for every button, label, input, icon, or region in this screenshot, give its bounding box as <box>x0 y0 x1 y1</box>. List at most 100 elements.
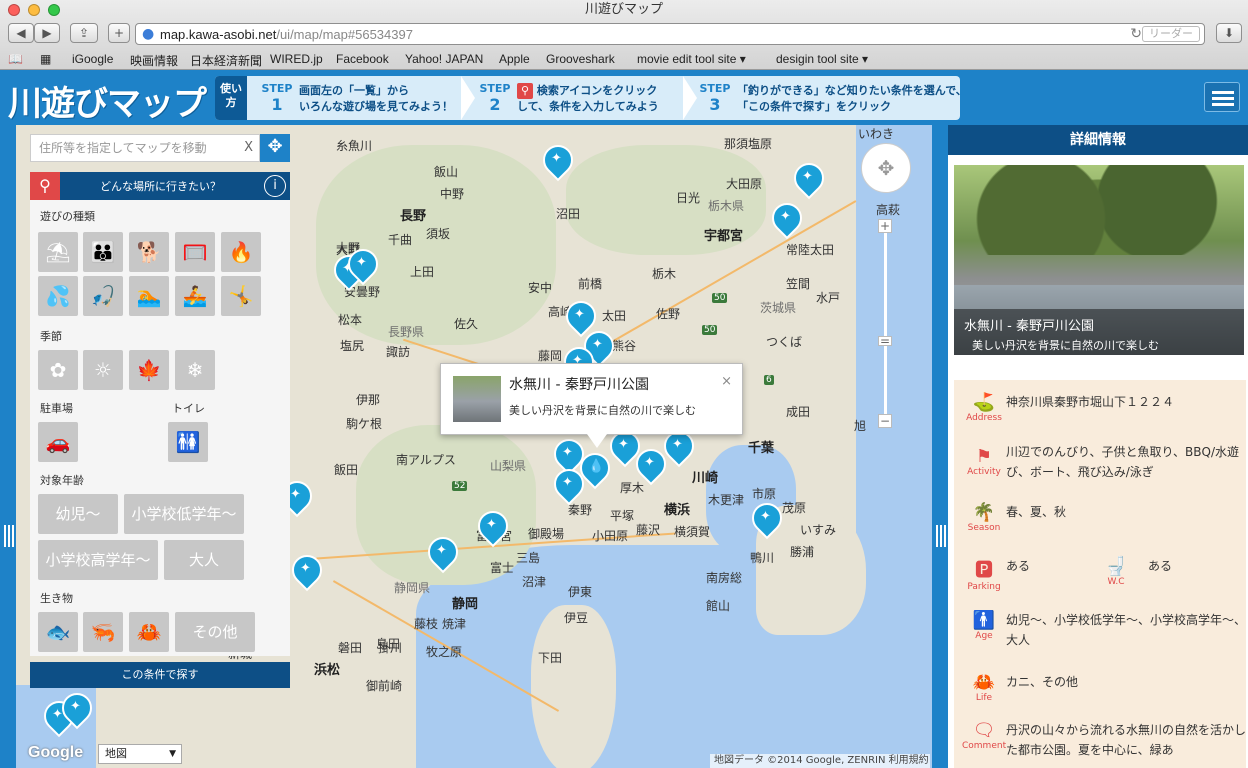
right-panel-toggle[interactable] <box>932 125 948 768</box>
zoom-slider-handle[interactable]: = <box>878 335 892 347</box>
river-pin[interactable]: ✦ <box>285 548 329 593</box>
palm-tree-icon: 🌴 Season <box>962 502 1006 533</box>
river-pin[interactable]: ✦ <box>745 496 789 541</box>
spring-icon[interactable]: ✿ <box>38 350 78 390</box>
autumn-icon[interactable]: 🍁 <box>129 350 169 390</box>
river-pin[interactable]: ✦ <box>657 424 701 469</box>
zoom-in-button[interactable]: + <box>878 219 892 233</box>
howto-steps: 使い方 STEP 1 画面左の「一覧」から いろんな遊び場を見てみよう！ STEP 2… <box>215 76 967 120</box>
downloads-button[interactable]: ⬇ <box>1216 23 1242 43</box>
shrimp-icon[interactable]: 🦐 <box>83 612 123 652</box>
river-pin[interactable]: ✦ <box>421 530 465 575</box>
move-map-button[interactable]: ✥ <box>260 134 290 162</box>
age-upper-elementary-button[interactable]: 小学校高学年〜 <box>38 540 158 580</box>
age-toddler-button[interactable]: 幼児〜 <box>38 494 118 534</box>
address-search-input[interactable]: 住所等を指定してマップを移動 X <box>30 134 260 162</box>
river-pin[interactable]: ✦ <box>471 504 515 549</box>
clear-search-button[interactable]: X <box>244 135 253 161</box>
minimize-window-button[interactable] <box>28 4 40 16</box>
zoom-out-button[interactable]: − <box>878 414 892 428</box>
swimming-icon[interactable]: 🏊 <box>129 276 169 316</box>
map-label: 日光 <box>676 191 701 205</box>
find-button[interactable]: この条件で探す <box>30 662 290 688</box>
share-button[interactable]: ⇪ <box>70 23 98 43</box>
left-panel-toggle[interactable] <box>0 125 16 768</box>
back-button[interactable]: ◀ <box>8 23 34 43</box>
close-window-button[interactable] <box>8 4 20 16</box>
fish-icon[interactable]: 🐟 <box>38 612 78 652</box>
dog-walk-icon[interactable]: 🐕 <box>129 232 169 272</box>
forward-button[interactable]: ▶ <box>34 23 60 43</box>
picnic-icon[interactable]: ⛱ <box>38 232 78 272</box>
map-type-value: 地図 <box>105 747 127 760</box>
comment-text: 丹沢の山々から流れる水無川の自然を活かした都市公園。夏を中心に、緑あ <box>1006 723 1247 757</box>
map-label: 三島 <box>516 551 541 565</box>
toilet-icon[interactable]: 🚻 <box>168 422 208 462</box>
site-logo[interactable]: 川遊びマップ <box>8 76 207 125</box>
map-label: 那須塩原 <box>724 137 773 151</box>
crab-icon[interactable]: 🦀 <box>129 612 169 652</box>
step-label: STEP <box>261 82 293 95</box>
parking-icon: 🅿 Parking <box>962 556 1006 592</box>
info-icon[interactable]: i <box>264 175 286 197</box>
map-info-window[interactable]: 水無川 - 秦野戸川公園 美しい丹沢を背景に自然の川で楽しむ × <box>440 363 743 435</box>
bookmark-item[interactable]: 映画情報 <box>130 52 178 69</box>
river-pin[interactable]: ✦ <box>787 156 831 201</box>
river-pin[interactable]: ✦ <box>341 242 385 287</box>
river-pin[interactable]: ✦ <box>765 196 809 241</box>
winter-icon[interactable]: ❄ <box>175 350 215 390</box>
row-icon-label: Comment <box>962 741 1007 751</box>
dropdown-arrow-icon: ▼ <box>169 749 176 759</box>
new-tab-button[interactable]: + <box>108 23 130 43</box>
map-label: 川崎 <box>692 471 719 486</box>
river-pin[interactable]: 💧 <box>573 446 617 491</box>
maximize-window-button[interactable] <box>48 4 60 16</box>
map-type-select[interactable]: 地図 ▼ <box>98 744 182 764</box>
bookmarks-icon[interactable]: 📖 <box>8 52 23 66</box>
life-other-button[interactable]: その他 <box>175 612 255 652</box>
bookmark-item[interactable]: movie edit tool site ▾ <box>637 52 746 66</box>
hamburger-menu-button[interactable] <box>1204 82 1240 112</box>
catching-icon[interactable]: 🥅 <box>175 232 215 272</box>
condition-form: 遊びの種類 ⛱ 👪 🐕 🥅 🔥 💦 🎣 🏊 🚣 🤸 季節 ✿ ☼ 🍁 ❄ 駐車場… <box>30 200 290 656</box>
family-icon[interactable]: 👪 <box>83 232 123 272</box>
map-label: 千曲 <box>388 233 413 247</box>
map-label: 常陸太田 <box>786 243 835 257</box>
map-label: 高萩 <box>876 203 901 217</box>
fishing-icon[interactable]: 🎣 <box>83 276 123 316</box>
comment-icon: 🗨 Comment <box>962 720 1007 751</box>
river-pin[interactable]: ✦ <box>629 442 673 487</box>
bookmark-item[interactable]: Grooveshark <box>546 52 615 66</box>
search-icon[interactable]: ⚲ <box>30 172 60 200</box>
bookmark-item[interactable]: Yahoo! JAPAN <box>405 52 483 66</box>
river-pin[interactable]: ✦ <box>547 462 591 507</box>
url-bar[interactable]: ● map.kawa-asobi.net/ui/map/map#56534397… <box>135 23 1205 45</box>
section-life: 生き物 <box>40 592 73 605</box>
diving-icon[interactable]: 🤸 <box>221 276 261 316</box>
water-play-icon[interactable]: 💦 <box>38 276 78 316</box>
bookmark-item[interactable]: 日本経済新聞 <box>190 52 262 69</box>
step-number: 3 <box>709 95 721 114</box>
river-pin[interactable]: ✦ <box>55 686 99 731</box>
parking-icon[interactable]: 🚗 <box>38 422 78 462</box>
bookmark-item[interactable]: Facebook <box>336 52 389 66</box>
pan-control[interactable]: ✥ <box>861 143 911 193</box>
summer-icon[interactable]: ☼ <box>83 350 123 390</box>
zoom-slider-track[interactable] <box>884 226 887 426</box>
top-sites-icon[interactable]: ▦ <box>40 52 51 66</box>
bbq-icon[interactable]: 🔥 <box>221 232 261 272</box>
reload-icon[interactable]: ↻ <box>1130 26 1142 42</box>
info-window-title[interactable]: 水無川 - 秦野戸川公園 <box>509 374 649 394</box>
bookmark-item[interactable]: iGoogle <box>72 52 113 66</box>
boat-icon[interactable]: 🚣 <box>175 276 215 316</box>
reader-button[interactable]: リーダー <box>1142 26 1200 42</box>
bookmark-item[interactable]: desigin tool site ▾ <box>776 52 868 66</box>
age-adult-button[interactable]: 大人 <box>164 540 244 580</box>
info-window-tail <box>587 434 607 448</box>
bookmark-item[interactable]: WIRED.jp <box>270 52 323 66</box>
section-age: 対象年齢 <box>40 474 84 487</box>
close-icon[interactable]: × <box>721 374 732 389</box>
river-pin[interactable]: ✦ <box>536 138 580 183</box>
age-lower-elementary-button[interactable]: 小学校低学年〜 <box>124 494 244 534</box>
bookmark-item[interactable]: Apple <box>499 52 530 66</box>
